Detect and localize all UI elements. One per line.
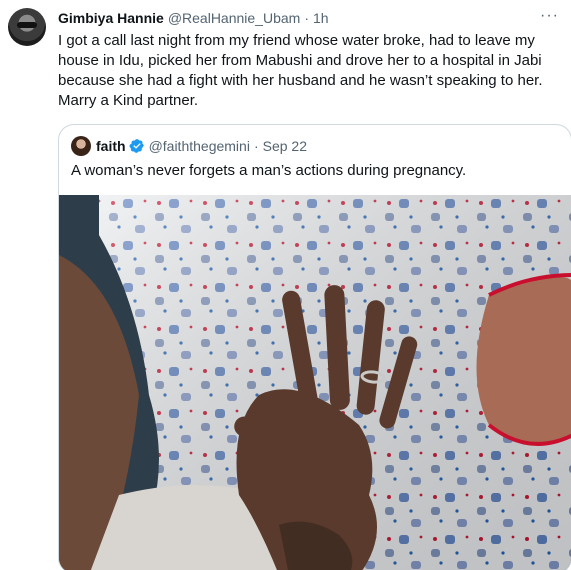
verified-badge-icon	[129, 139, 144, 153]
quoted-author-avatar[interactable]	[71, 136, 91, 156]
more-horizontal-icon[interactable]: ···	[540, 7, 559, 25]
header-separator: ·	[304, 10, 309, 26]
tweet-text: I got a call last night from my friend w…	[58, 32, 543, 109]
quoted-tweet-photo[interactable]	[59, 195, 571, 570]
quoted-header-separator: ·	[253, 138, 259, 154]
quoted-tweet-header: faith @faiththegemini · Sep 22	[71, 136, 307, 156]
photo-illustration	[59, 195, 571, 570]
quoted-tweet[interactable]: faith @faiththegemini · Sep 22 A woman’s…	[58, 124, 571, 570]
quoted-author-handle[interactable]: @faiththegemini	[149, 137, 250, 155]
quoted-tweet-text: A woman’s never forgets a man’s actions …	[71, 162, 467, 179]
author-handle[interactable]: @RealHannie_Ubam	[168, 9, 301, 27]
quoted-tweet-time[interactable]: Sep 22	[263, 137, 307, 155]
tweet-time[interactable]: 1h	[313, 9, 329, 27]
author-name[interactable]: Gimbiya Hannie	[58, 9, 164, 27]
tweet-header: Gimbiya Hannie @RealHannie_Ubam · 1h ···	[58, 7, 559, 27]
author-avatar[interactable]	[8, 8, 46, 46]
avatar-glasses	[17, 22, 37, 28]
tweet[interactable]: Gimbiya Hannie @RealHannie_Ubam · 1h ···…	[0, 0, 571, 570]
quoted-author-name[interactable]: faith	[96, 137, 126, 155]
